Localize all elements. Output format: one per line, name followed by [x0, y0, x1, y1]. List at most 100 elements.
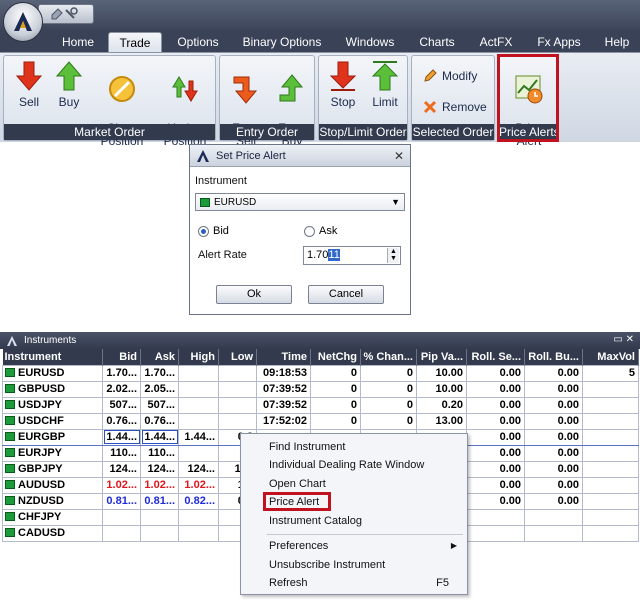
instrument-name: EURGBP	[18, 431, 66, 443]
instrument-flag-icon	[5, 368, 15, 377]
column-header[interactable]: Low	[218, 349, 257, 365]
alert-rate-selection: 11	[328, 249, 340, 261]
app-logo-icon	[7, 335, 17, 346]
tab-trade[interactable]: Trade	[108, 32, 162, 52]
menu-refresh[interactable]: Refresh F5	[269, 575, 449, 591]
tab-charts[interactable]: Charts	[412, 32, 462, 52]
column-header[interactable]: Roll. Bu...	[524, 349, 583, 365]
tab-home[interactable]: Home	[52, 32, 104, 52]
column-header[interactable]: Time	[256, 349, 311, 365]
table-cell: 0.00	[466, 396, 525, 414]
instrument-flag-icon	[5, 432, 15, 441]
instrument-flag-icon	[5, 464, 15, 473]
column-header[interactable]: Bid	[102, 349, 141, 365]
instrument-name-cell: GBPJPY	[2, 460, 103, 478]
remove-x-icon	[423, 100, 437, 114]
ok-button[interactable]: Ok	[216, 285, 292, 304]
menu-find-instrument[interactable]: Find Instrument	[269, 439, 345, 455]
instrument-name-cell: EURJPY	[2, 444, 103, 462]
instrument-name: USDCHF	[18, 415, 64, 427]
table-cell: 0	[310, 364, 361, 382]
tab-actfx[interactable]: ActFX	[472, 32, 520, 52]
table-row[interactable]: USDCHF 0.76... 0.76... 17:52:02 0 0 13.00 0.00 0…	[2, 412, 639, 430]
table-cell: 0.00	[524, 412, 583, 430]
column-header[interactable]: MaxVol	[582, 349, 639, 365]
table-cell: 0	[310, 380, 361, 398]
remove-button[interactable]: Remove	[422, 99, 487, 115]
table-cell: 0.00	[466, 460, 525, 478]
tab-fx-apps[interactable]: Fx Apps	[528, 32, 590, 52]
column-header[interactable]: High	[178, 349, 219, 365]
table-cell: 1.70...	[102, 364, 141, 382]
instrument-name-cell: NZDUSD	[2, 492, 103, 510]
table-cell: 0.00	[524, 380, 583, 398]
column-header[interactable]: Instrument	[2, 349, 103, 365]
entry-order-label: Entry Order	[220, 124, 314, 140]
alert-rate-label: Alert Rate	[198, 249, 247, 261]
alert-rate-prefix: 1.70	[307, 249, 329, 261]
table-cell: 13.00	[416, 412, 467, 430]
instrument-select[interactable]: EURUSD ▼	[195, 193, 405, 211]
table-cell: 0	[310, 396, 361, 414]
menu-unsubscribe-instrument[interactable]: Unsubscribe Instrument	[269, 557, 385, 573]
tab-help[interactable]: Help	[598, 32, 636, 52]
instrument-flag-icon	[5, 528, 15, 537]
table-cell: 0.00	[466, 444, 525, 462]
instrument-flag-icon	[5, 384, 15, 393]
table-row[interactable]: USDJPY 507... 507... 07:39:52 0 0 0.20 0.00 0.00	[2, 396, 639, 414]
table-cell	[582, 460, 639, 478]
rate-spinner[interactable]: ▲ ▼	[387, 248, 399, 263]
table-cell	[178, 508, 219, 526]
quick-access-tools[interactable]	[38, 4, 94, 24]
menu-preferences[interactable]: Preferences ▶	[269, 538, 457, 554]
instrument-flag-icon	[5, 448, 15, 457]
cancel-button[interactable]: Cancel	[308, 285, 384, 304]
column-header[interactable]: % Chan...	[360, 349, 417, 365]
limit-label: Limit	[372, 95, 398, 109]
table-cell: 07:39:52	[256, 396, 311, 414]
table-row[interactable]: GBPUSD 2.02... 2.05... 07:39:52 0 0 10.00 0.00 0…	[2, 380, 639, 398]
market-order-label: Market Order	[4, 124, 215, 140]
instrument-name: EURUSD	[18, 367, 65, 379]
stop-button[interactable]: Stop	[323, 60, 363, 109]
table-cell: 0.00	[466, 364, 525, 382]
table-header-row: Instrument Bid Ask High Low Time NetChg% Chan.…	[2, 349, 639, 365]
table-cell	[218, 412, 257, 430]
table-cell: 0	[310, 412, 361, 430]
tab-binary-options[interactable]: Binary Options	[236, 32, 328, 52]
menu-open-chart[interactable]: Open Chart	[269, 476, 326, 492]
column-header[interactable]: Pip Va...	[416, 349, 467, 365]
alert-rate-input[interactable]: 1.7011 ▲ ▼	[303, 246, 401, 265]
instruments-title: Instruments	[24, 335, 77, 346]
column-header[interactable]: NetChg	[310, 349, 361, 365]
ask-radio[interactable]: Ask	[304, 225, 337, 237]
table-cell: 1.02...	[102, 476, 141, 494]
modify-button[interactable]: Modify	[422, 68, 477, 84]
column-header[interactable]: Roll. Se...	[466, 349, 525, 365]
table-cell	[582, 492, 639, 510]
limit-button[interactable]: Limit	[365, 60, 405, 109]
table-cell: 507...	[140, 396, 179, 414]
table-cell: 124...	[140, 460, 179, 478]
table-cell: 0.00	[524, 364, 583, 382]
menu-dealing-rate-window[interactable]: Individual Dealing Rate Window	[269, 457, 424, 473]
close-icon[interactable]: ✕	[394, 149, 404, 163]
table-cell	[582, 524, 639, 542]
sell-button[interactable]: Sell	[10, 60, 48, 109]
buy-button[interactable]: Buy	[50, 60, 88, 109]
instrument-flag-icon	[5, 480, 15, 489]
table-cell: 0.00	[524, 444, 583, 462]
table-row[interactable]: EURUSD 1.70... 1.70... 09:18:53 0 0 10.00 0.00 0…	[2, 364, 639, 382]
tab-options[interactable]: Options	[168, 32, 228, 52]
menu-instrument-catalog[interactable]: Instrument Catalog	[269, 513, 362, 529]
instrument-name-cell: AUDUSD	[2, 476, 103, 494]
tab-windows[interactable]: Windows	[338, 32, 402, 52]
app-menu-button[interactable]	[3, 2, 43, 42]
table-cell: 09:18:53	[256, 364, 311, 382]
table-cell	[582, 444, 639, 462]
bid-radio[interactable]: Bid	[198, 225, 229, 237]
column-header[interactable]: Ask	[140, 349, 179, 365]
ribbon-tabs: Home Trade Options Binary Options Window…	[0, 30, 640, 52]
pencil-icon	[424, 69, 437, 82]
window-controls[interactable]: ▭ ✕	[613, 334, 634, 345]
